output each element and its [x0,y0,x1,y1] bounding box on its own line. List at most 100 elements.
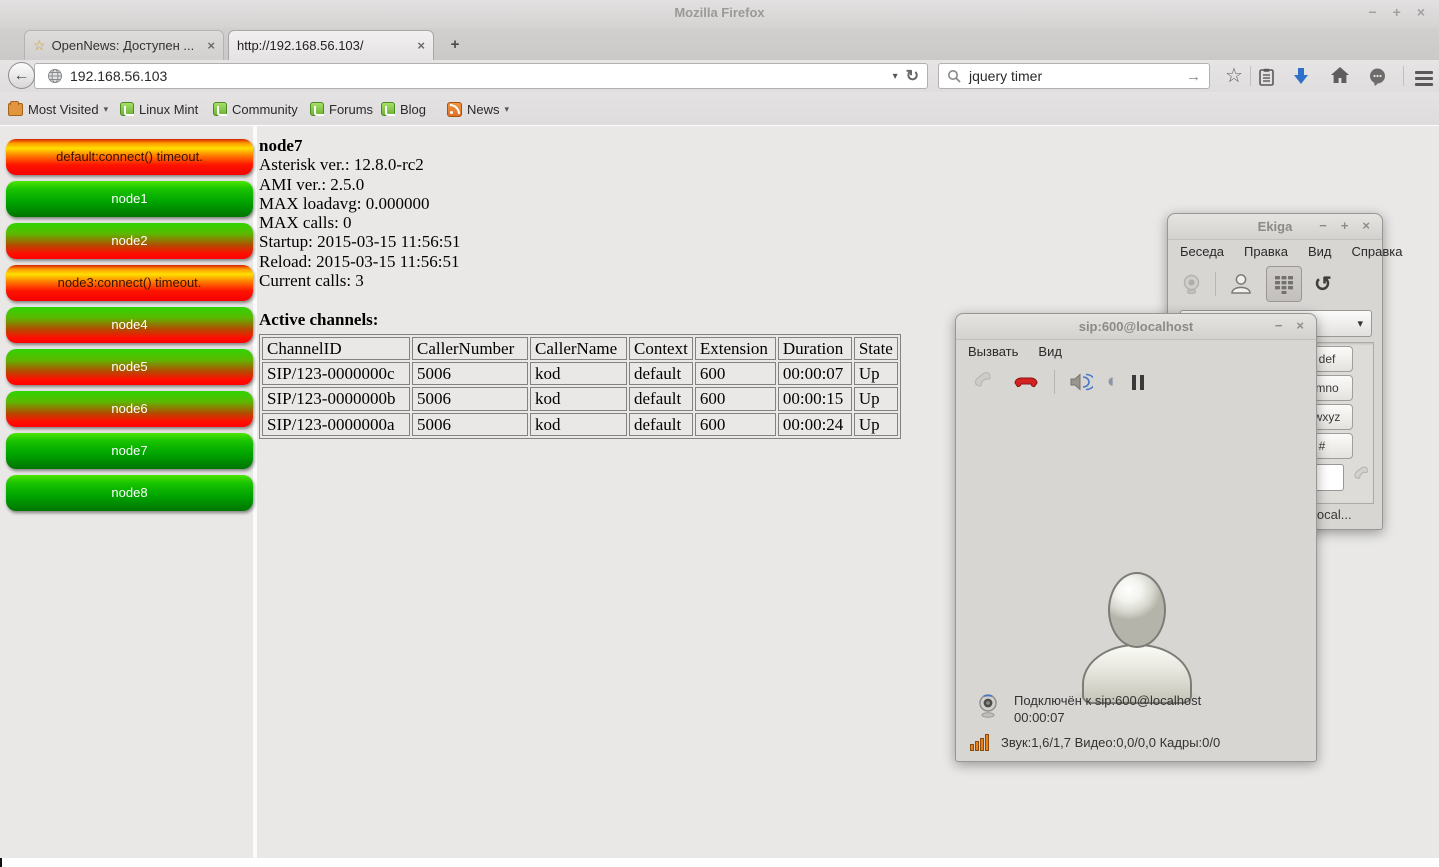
node-button[interactable]: node8 [6,475,253,511]
call-icon[interactable] [1352,464,1374,486]
menu-conversation[interactable]: Беседа [1180,244,1224,259]
downloads-button[interactable] [1292,67,1316,89]
remote-avatar [956,400,1318,700]
column-header: ChannelID [262,337,410,360]
toolbar-separator [1215,272,1216,296]
call-titlebar[interactable]: sip:600@localhost − × [956,314,1316,340]
tab-label: http://192.168.56.103/ [237,38,411,53]
menu-view[interactable]: Вид [1038,344,1062,359]
url-dropdown-icon[interactable]: ▾ [887,71,904,82]
menu-help[interactable]: Справка [1351,244,1402,259]
channel-cell: 600 [695,413,776,436]
menu-view[interactable]: Вид [1308,244,1332,259]
menu-edit[interactable]: Правка [1244,244,1288,259]
back-button[interactable]: ← [8,62,35,89]
page-bottom [0,858,1439,867]
menu-call[interactable]: Вызвать [968,344,1018,359]
column-header: CallerNumber [412,337,528,360]
maximize-button[interactable]: + [1341,218,1349,233]
node-button[interactable]: node2 [6,223,253,259]
channel-row: SIP/123-0000000a5006koddefault60000:00:2… [262,413,898,436]
webcam-icon[interactable] [1180,273,1203,296]
new-tab-button[interactable]: + [442,36,468,56]
node-button[interactable]: default:connect() timeout. [6,139,253,175]
node-button[interactable]: node6 [6,391,253,427]
linux-mint-icon [310,102,324,116]
pause-icon[interactable] [1132,375,1144,390]
reading-list-button[interactable] [1258,68,1282,90]
channel-cell: 00:00:07 [778,362,852,385]
call-toolbar: ◐ [956,363,1316,401]
minimize-button[interactable]: − [1368,4,1376,20]
bookmark-label: Linux Mint [139,102,198,117]
star-icon: ☆ [1225,65,1243,87]
tab-opennews[interactable]: ☆ OpenNews: Доступен ... × [24,30,224,60]
call-menubar: Вызвать Вид [956,340,1316,363]
chat-button[interactable] [1368,67,1392,89]
info-line: Startup: 2015-03-15 11:56:51 [259,232,939,251]
tab-label: OpenNews: Доступен ... [52,38,202,53]
star-favicon-icon: ☆ [33,37,46,54]
channel-cell: kod [530,362,627,385]
signal-bars-icon [970,734,989,751]
call-window: sip:600@localhost − × Вызвать Вид ◐ [955,313,1317,762]
tab-close-icon[interactable]: × [417,38,425,53]
node-button[interactable]: node1 [6,181,253,217]
ekiga-statusbar: local... [1314,507,1352,522]
node-button[interactable]: node3:connect() timeout. [6,265,253,301]
node-button[interactable]: node7 [6,433,253,469]
desktop: Mozilla Firefox − + × ☆ OpenNews: Доступ… [0,0,1439,867]
url-bar[interactable]: 192.168.56.103 ▾ ↻ [34,63,928,89]
menu-button[interactable] [1412,65,1436,87]
bookmark-linux-mint[interactable]: Linux Mint [120,99,198,119]
call-history-icon[interactable]: ↺ [1314,272,1332,297]
channel-cell: Up [854,413,898,436]
bookmark-news[interactable]: News ▾ [447,99,509,119]
tab-active[interactable]: http://192.168.56.103/ × [228,30,434,60]
info-line: Reload: 2015-03-15 11:56:51 [259,252,939,271]
tab-close-icon[interactable]: × [207,38,215,53]
node-button[interactable]: node4 [6,307,253,343]
globe-icon [47,68,63,84]
home-button[interactable] [1330,66,1354,88]
bookmark-most-visited[interactable]: Most Visited ▾ [8,99,108,119]
search-bar[interactable]: jquery timer → [938,63,1210,89]
channel-cell: 5006 [412,362,528,385]
clipboard-icon [1258,68,1275,86]
close-button[interactable]: × [1362,218,1370,233]
ekiga-titlebar[interactable]: Ekiga − + × [1168,214,1382,240]
main-content: node7 Asterisk ver.: 12.8.0-rc2 AMI ver.… [259,136,939,439]
minimize-button[interactable]: − [1275,318,1283,333]
connected-text: Подключён к sip:600@localhost [1014,692,1201,709]
channel-cell: SIP/123-0000000c [262,362,410,385]
firefox-titlebar: Mozilla Firefox − + × [0,0,1439,28]
hangup-phone-icon[interactable] [1012,370,1040,394]
contacts-icon[interactable] [1228,271,1254,297]
channel-cell: 600 [695,362,776,385]
channels-tbody: SIP/123-0000000c5006koddefault60000:00:0… [262,362,898,436]
close-button[interactable]: × [1296,318,1304,333]
pickup-phone-icon[interactable] [972,369,998,395]
search-go-icon[interactable]: → [1186,68,1201,85]
search-icon [947,69,962,84]
url-text[interactable]: 192.168.56.103 [70,68,887,84]
bookmark-community[interactable]: Community [213,99,298,119]
chevron-down-icon: ▾ [104,104,109,115]
reload-icon[interactable]: ↻ [904,66,927,86]
maximize-button[interactable]: + [1393,4,1401,20]
channel-cell: 600 [695,387,776,410]
bookmark-forums[interactable]: Forums [310,99,373,119]
node-button[interactable]: node5 [6,349,253,385]
info-line: MAX calls: 0 [259,213,939,232]
close-button[interactable]: × [1417,4,1425,20]
search-input[interactable]: jquery timer [969,68,1186,84]
minimize-button[interactable]: − [1319,218,1327,233]
contrast-icon[interactable]: ◐ [1107,371,1118,393]
info-line: MAX loadavg: 0.000000 [259,194,939,213]
dialpad-toggle-button[interactable] [1266,266,1302,302]
bookmark-blog[interactable]: Blog [381,99,426,119]
bookmark-star-button[interactable]: ☆ [1222,65,1246,87]
bookmark-label: News [467,102,500,117]
download-arrow-icon [1292,67,1310,86]
speaker-icon[interactable] [1069,371,1093,393]
